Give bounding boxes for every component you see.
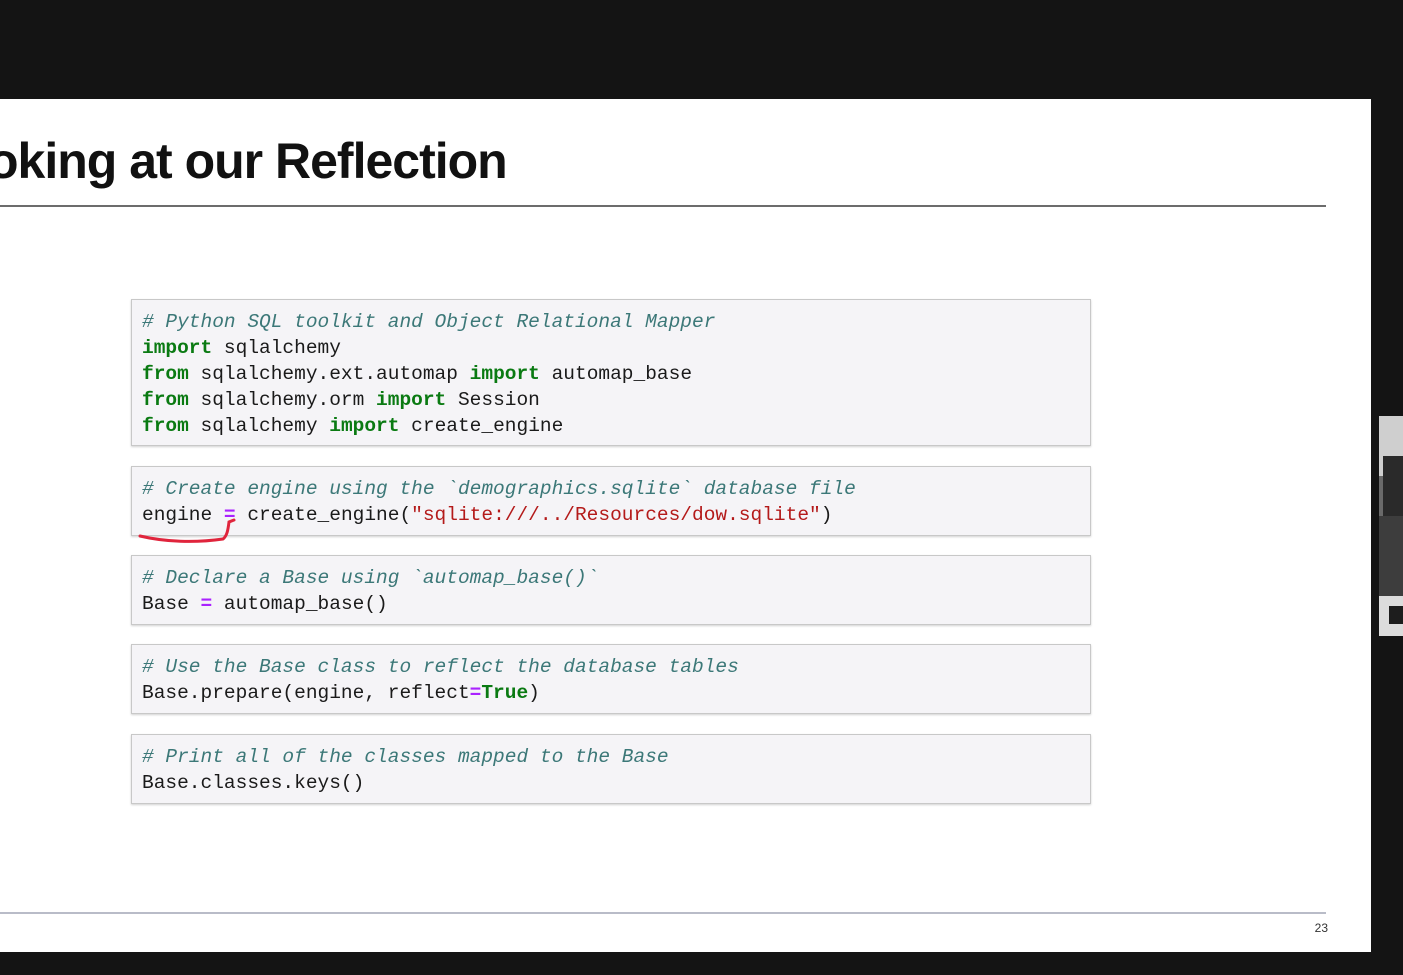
code-comment: # Python SQL toolkit and Object Relation… — [142, 311, 716, 333]
code-text: ) — [820, 504, 833, 526]
code-comment: # Declare a Base using `automap_base()` — [142, 567, 599, 589]
webcam-video-frame — [1379, 416, 1403, 636]
code-string: "sqlite:///../Resources/dow.sqlite" — [411, 504, 821, 526]
code-text: sqlalchemy.orm — [188, 389, 377, 411]
code-line: # Print all of the classes mapped to the… — [142, 744, 1080, 770]
presentation-slide: oking at our Reflection # Python SQL too… — [0, 99, 1371, 952]
code-text: create_engine — [399, 415, 564, 437]
code-keyword: import — [469, 363, 540, 385]
code-line: from sqlalchemy.orm import Session — [142, 387, 1080, 413]
code-line: # Use the Base class to reflect the data… — [142, 654, 1080, 680]
pen-annotation-mark — [138, 518, 236, 543]
footer-divider — [0, 912, 1326, 914]
code-cell[interactable]: # Use the Base class to reflect the data… — [131, 644, 1091, 714]
code-cell[interactable]: # Declare a Base using `automap_base()` B… — [131, 555, 1091, 625]
code-line: import sqlalchemy — [142, 335, 1080, 361]
code-text: sqlalchemy — [212, 337, 341, 359]
webcam-thumbnail — [1379, 416, 1403, 636]
code-keyword: from — [142, 363, 189, 385]
code-line: from sqlalchemy import create_engine — [142, 413, 1080, 439]
code-cell[interactable]: # Python SQL toolkit and Object Relation… — [131, 299, 1091, 446]
code-line: Base.prepare(engine, reflect=True) — [142, 680, 1080, 706]
code-keyword: import — [142, 337, 213, 359]
code-text: automap_base — [539, 363, 693, 385]
code-line: from sqlalchemy.ext.automap import autom… — [142, 361, 1080, 387]
code-cell[interactable]: # Create engine using the `demographics.… — [131, 466, 1091, 536]
code-comment: # Use the Base class to reflect the data… — [142, 656, 739, 678]
code-text: Base — [142, 593, 201, 615]
code-comment: # Create engine using the `demographics.… — [142, 478, 856, 500]
code-line: # Create engine using the `demographics.… — [142, 476, 1080, 502]
code-text: Base.prepare(engine, reflect — [142, 682, 470, 704]
code-keyword: from — [142, 389, 189, 411]
screen-share-viewport: oking at our Reflection # Python SQL too… — [0, 0, 1403, 975]
code-keyword: import — [329, 415, 400, 437]
code-line: engine = create_engine("sqlite:///../Res… — [142, 502, 1080, 528]
slide-title: oking at our Reflection — [0, 133, 508, 189]
code-line: Base = automap_base() — [142, 591, 1080, 617]
code-text: sqlalchemy.ext.automap — [188, 363, 470, 385]
code-keyword: from — [142, 415, 189, 437]
code-text: sqlalchemy — [188, 415, 330, 437]
code-text: Base.classes.keys() — [142, 772, 365, 794]
code-operator: = — [469, 682, 482, 704]
code-text: Session — [446, 389, 540, 411]
code-keyword: import — [376, 389, 447, 411]
code-operator: = — [200, 593, 213, 615]
code-comment: # Print all of the classes mapped to the… — [142, 746, 669, 768]
code-text: automap_base() — [212, 593, 388, 615]
title-divider — [0, 205, 1326, 207]
code-cell[interactable]: # Print all of the classes mapped to the… — [131, 734, 1091, 804]
code-text: ) — [528, 682, 540, 704]
code-text: create_engine( — [235, 504, 412, 526]
slide-page-number: 23 — [1314, 921, 1328, 935]
code-keyword: True — [481, 682, 529, 704]
code-line: # Declare a Base using `automap_base()` — [142, 565, 1080, 591]
code-line: # Python SQL toolkit and Object Relation… — [142, 309, 1080, 335]
code-line: Base.classes.keys() — [142, 770, 1080, 796]
